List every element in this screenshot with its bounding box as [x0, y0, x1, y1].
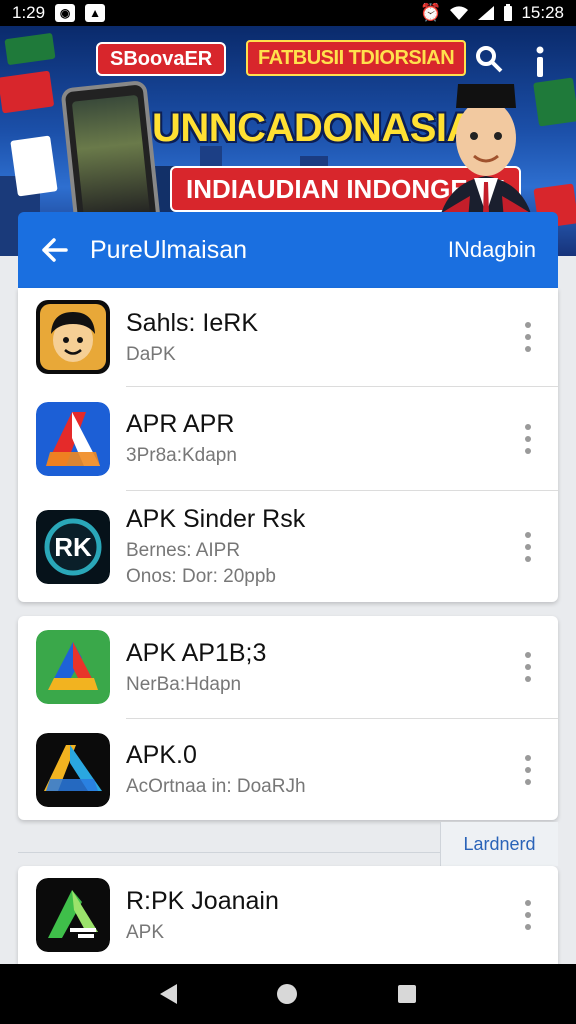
more-vert-icon[interactable] — [524, 652, 532, 682]
more-vert-icon[interactable] — [524, 754, 532, 785]
app-name: APR APR — [126, 410, 235, 438]
banner-brand-left: SBoovaER — [96, 42, 227, 76]
app-bar: PureUlmaisan INdagbin — [18, 212, 558, 288]
list-item[interactable]: Sahls: IeRK DaPK — [18, 288, 558, 386]
app-subtitle: 3Pr8a:Kdapn — [126, 445, 237, 466]
app-subtitle: AcOrtnaa in: DoaRJh — [126, 776, 306, 797]
colorful-a-app-icon — [36, 630, 110, 704]
list-item[interactable]: RK APK Sinder Rsk Bernes: AIPR Onos: Dor… — [36, 490, 558, 602]
list-item[interactable]: APK AP1B;3 NerBa:Hdapn — [18, 616, 558, 718]
section-label-button[interactable]: Lardnerd — [440, 822, 558, 866]
more-vert-icon[interactable] — [524, 423, 532, 454]
section-divider — [18, 852, 440, 853]
more-vert-icon[interactable] — [524, 531, 532, 562]
app-name: APK AP1B;3 — [126, 638, 267, 667]
notification-icon: ◉ — [55, 4, 76, 22]
app-subtitle: NerBa:Hdapn — [126, 673, 242, 695]
app-subtitle-2: Onos: Dor: 20ppb — [126, 566, 276, 587]
dark-a-app-icon — [36, 732, 110, 807]
system-navigation-bar — [0, 964, 576, 1024]
banner-sign-2 — [0, 70, 55, 114]
alarm-icon: ⏰ — [420, 3, 442, 22]
banner-sign-3 — [10, 135, 58, 197]
app-list-card-2: APK AP1B;3 NerBa:Hdapn APK.0 AcOrtnaa in… — [18, 616, 558, 820]
app-subtitle: Bernes: AIPR — [126, 540, 241, 561]
red-a-app-icon — [36, 401, 110, 476]
app-subtitle: APK — [126, 921, 165, 943]
app-list-card-3: R:PK Joanain APK — [18, 866, 558, 964]
list-item[interactable]: R:PK Joanain APK — [18, 866, 558, 964]
signal-icon — [478, 6, 495, 20]
gallery-notification-icon: ▲ — [85, 4, 106, 22]
nav-back-icon[interactable] — [160, 984, 178, 1004]
status-bar: 1:29 ◉ ▲ ⏰ 15:28 — [0, 0, 576, 26]
app-name: R:PK Joanain — [126, 886, 279, 915]
green-a-app-icon — [36, 878, 110, 952]
banner-sign-1 — [4, 32, 56, 66]
list-item[interactable]: APK.0 AcOrtnaa in: DoaRJh — [36, 718, 558, 820]
nav-recents-icon[interactable] — [397, 985, 416, 1003]
app-list-card-1: Sahls: IeRK DaPK APR APR 3Pr8a:Kdapn RK … — [18, 288, 558, 602]
more-vert-icon[interactable] — [524, 900, 532, 930]
rk-circle-app-icon: RK — [36, 509, 110, 584]
app-bar-action-button[interactable]: INdagbin — [448, 237, 536, 263]
list-item[interactable]: APR APR 3Pr8a:Kdapn — [36, 386, 558, 490]
wifi-icon — [450, 6, 469, 20]
battery-icon — [504, 4, 513, 21]
app-name: Sahls: IeRK — [126, 308, 259, 337]
page-title: PureUlmaisan — [90, 235, 248, 264]
search-icon[interactable] — [474, 44, 504, 74]
svg-text:RK: RK — [54, 532, 92, 562]
more-options-icon[interactable] — [530, 44, 550, 80]
face-app-icon — [36, 300, 110, 374]
nav-home-icon[interactable] — [277, 984, 298, 1004]
app-name: APK Sinder Rsk — [126, 505, 306, 533]
status-time-right: 15:28 — [521, 3, 564, 22]
back-arrow-icon[interactable] — [40, 236, 68, 264]
app-name: APK.0 — [126, 741, 197, 769]
more-vert-icon[interactable] — [524, 322, 532, 352]
app-subtitle: DaPK — [126, 343, 176, 365]
status-time-left: 1:29 — [12, 3, 46, 22]
